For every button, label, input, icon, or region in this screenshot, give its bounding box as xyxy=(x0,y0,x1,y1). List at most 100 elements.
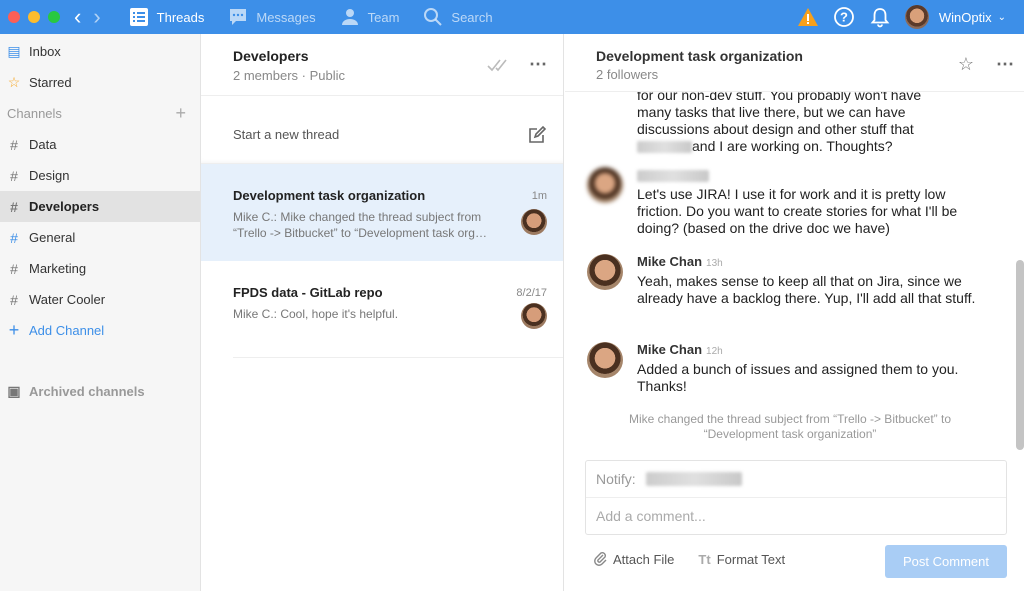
comment-input[interactable] xyxy=(586,498,1006,534)
message-line: and I are working on. Thoughts? xyxy=(637,138,987,155)
sidebar-item-inbox[interactable]: ▤ Inbox xyxy=(0,36,200,67)
sidebar-item-marketing[interactable]: # Marketing xyxy=(0,253,200,284)
thread-list-item[interactable]: Development task organization 1m Mike C.… xyxy=(201,164,563,261)
zoom-window-button[interactable] xyxy=(48,11,60,23)
close-window-button[interactable] xyxy=(8,11,20,23)
nav-search-label: Search xyxy=(451,9,493,25)
nav-threads-label: Threads xyxy=(156,9,205,25)
user-avatar[interactable] xyxy=(904,5,929,29)
thread-list-item[interactable]: FPDS data - GitLab repo 8/2/17 Mike C.: … xyxy=(201,261,563,358)
author-name: Mike Chan xyxy=(637,342,703,357)
avatar xyxy=(587,254,623,290)
more-options-icon[interactable]: ⋯ xyxy=(996,54,1014,75)
sidebar-item-label: Marketing xyxy=(29,261,87,276)
user-name-label: WinOptix xyxy=(938,9,992,25)
message-line-text: and I are working on. Thoughts? xyxy=(692,138,893,154)
compose-icon[interactable] xyxy=(527,125,547,145)
channels-heading: Channels + xyxy=(0,98,200,129)
redacted-name xyxy=(637,141,692,154)
thread-header-actions: ☆ ⋯ xyxy=(958,54,1014,75)
nav-team[interactable]: Team xyxy=(330,0,414,34)
bell-icon[interactable] xyxy=(869,6,891,28)
sidebar-item-label: Design xyxy=(29,168,70,183)
thread-time: 8/2/17 xyxy=(516,287,547,299)
thread-title: Development task organization xyxy=(233,188,426,203)
forward-arrow-icon[interactable]: › xyxy=(93,6,100,28)
attach-file-button[interactable]: Attach File xyxy=(593,551,674,567)
message-line: discussions about design and other stuff… xyxy=(637,121,914,137)
thread-time: 1m xyxy=(531,190,547,202)
message-line: for our non-dev stuff. You probably won'… xyxy=(637,92,922,103)
post-comment-button[interactable]: Post Comment xyxy=(885,545,1007,578)
thread-header: Development task organization 2 follower… xyxy=(565,34,1024,92)
search-icon xyxy=(424,8,443,26)
sidebar-item-design[interactable]: # Design xyxy=(0,160,200,191)
author-name: Mike Chan xyxy=(637,254,703,269)
avatar xyxy=(521,303,547,329)
sidebar-item-water-cooler[interactable]: # Water Cooler xyxy=(0,284,200,315)
message-list: for our non-dev stuff. You probably won'… xyxy=(565,92,1015,445)
comment-composer: Notify: xyxy=(585,460,1007,535)
nav-team-label: Team xyxy=(367,9,400,25)
thread-snippet: Mike C.: Cool, hope it's helpful. xyxy=(233,307,399,321)
messages-icon xyxy=(230,9,247,25)
message-author: Mike Chan 12h xyxy=(637,342,987,357)
window-controls xyxy=(8,11,60,23)
more-options-icon[interactable]: ⋯ xyxy=(529,54,547,75)
sidebar-item-general[interactable]: # General xyxy=(0,222,200,253)
svg-text:?: ? xyxy=(840,10,848,25)
plus-icon: + xyxy=(8,320,20,340)
sidebar-item-developers[interactable]: # Developers xyxy=(0,191,200,222)
nav-messages[interactable]: Messages xyxy=(218,0,329,34)
hash-icon: # xyxy=(10,229,18,246)
sidebar: ▤ Inbox ☆ Starred Channels + # Data # De… xyxy=(0,34,201,591)
message: Let's use JIRA! I use it for work and it… xyxy=(587,167,987,237)
message-body: Mike Chan 12h Added a bunch of issues and… xyxy=(637,342,987,395)
avatar xyxy=(587,342,623,378)
add-channel-button[interactable]: + Add Channel xyxy=(0,315,200,346)
attach-file-label: Attach File xyxy=(613,551,675,567)
message-text: Yeah, makes sense to keep all that on Ji… xyxy=(637,273,976,306)
message-author xyxy=(637,167,987,182)
back-arrow-icon[interactable]: ‹ xyxy=(74,6,81,28)
notify-row[interactable]: Notify: xyxy=(586,461,1006,498)
sidebar-item-label: Starred xyxy=(29,75,72,90)
add-channel-label: Add Channel xyxy=(29,323,105,338)
minimize-window-button[interactable] xyxy=(28,11,40,23)
chevron-down-icon: ⌄ xyxy=(997,11,1006,23)
mark-read-icon[interactable] xyxy=(487,57,511,73)
hash-icon: # xyxy=(10,198,18,215)
help-icon[interactable]: ? xyxy=(833,6,855,28)
paperclip-icon xyxy=(594,552,607,566)
message-line: many tasks that live there, but we can h… xyxy=(637,104,906,120)
message-time: 12h xyxy=(706,346,723,357)
sidebar-item-label: Data xyxy=(29,137,57,152)
system-message: Mike changed the thread subject from “Tr… xyxy=(628,412,952,441)
archived-channels-label: Archived channels xyxy=(29,384,145,399)
message-text: Added a bunch of issues and assigned the… xyxy=(637,361,959,394)
sidebar-item-data[interactable]: # Data xyxy=(0,129,200,160)
redacted-recipient xyxy=(645,472,742,486)
warning-icon[interactable] xyxy=(797,6,819,28)
archive-icon: ▣ xyxy=(7,383,21,399)
user-menu[interactable]: WinOptix ⌄ xyxy=(939,10,1006,25)
archived-channels-button[interactable]: ▣ Archived channels xyxy=(0,376,200,407)
hash-icon: # xyxy=(10,136,18,153)
star-icon[interactable]: ☆ xyxy=(958,54,974,75)
nav-search[interactable]: Search xyxy=(413,0,506,34)
composer-toolbar: Attach File Tt Format Text xyxy=(593,551,785,567)
start-new-thread[interactable]: Start a new thread xyxy=(201,106,563,164)
nav-threads[interactable]: Threads xyxy=(119,0,219,34)
hash-icon: # xyxy=(10,291,18,308)
message-scrollbar[interactable] xyxy=(1016,260,1024,450)
add-channel-plus-icon[interactable]: + xyxy=(175,103,186,124)
sidebar-item-starred[interactable]: ☆ Starred xyxy=(0,67,200,98)
divider xyxy=(233,357,563,358)
start-new-thread-label: Start a new thread xyxy=(233,127,340,142)
channels-heading-label: Channels xyxy=(7,106,62,121)
notify-label: Notify: xyxy=(596,471,636,487)
format-text-button[interactable]: Tt Format Text xyxy=(698,552,785,567)
redacted-name xyxy=(637,169,709,182)
message-text: Let's use JIRA! I use it for work and it… xyxy=(637,186,958,236)
nav-messages-label: Messages xyxy=(256,9,316,25)
